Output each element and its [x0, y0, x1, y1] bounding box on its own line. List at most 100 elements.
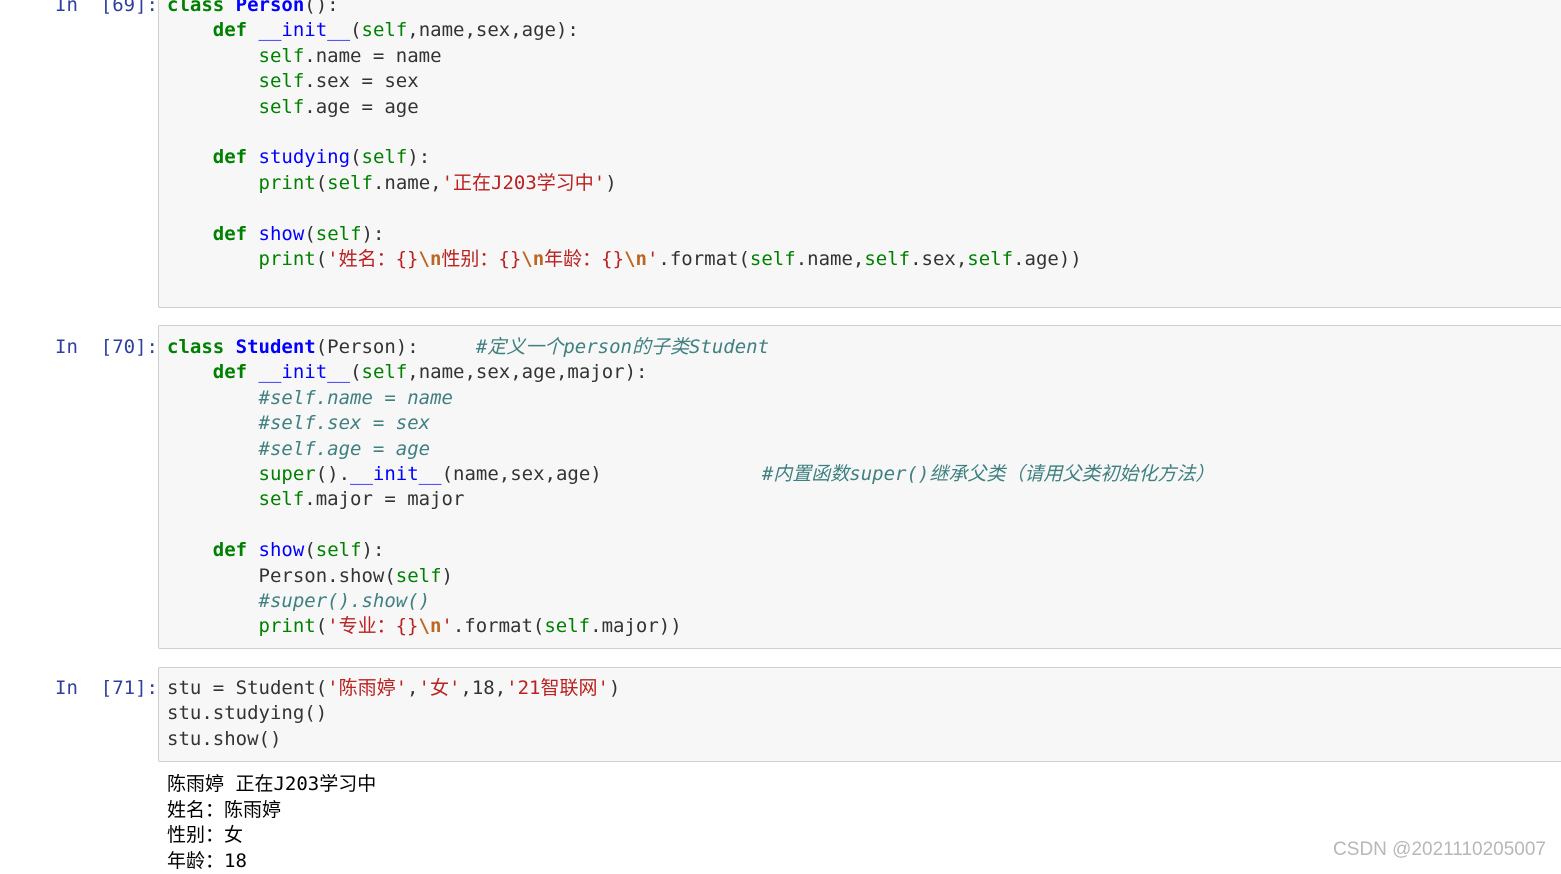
output-line: 陈雨婷 正在J203学习中: [167, 773, 377, 795]
code-token: ): [608, 677, 621, 699]
code-token: #self.name = name: [258, 386, 453, 409]
code-token: '陈雨婷': [327, 677, 408, 699]
code-token: \n: [418, 615, 442, 638]
code-token: '女': [418, 677, 461, 699]
code-token: self: [315, 539, 362, 562]
code-line: [167, 120, 178, 145]
code-token: ): [605, 171, 617, 194]
code-token: .sex,: [910, 248, 968, 270]
code-token: '21智联网': [506, 677, 609, 699]
code-token: self: [258, 95, 305, 118]
code-line: self.age = age: [167, 95, 419, 120]
code-line: #self.name = name: [167, 386, 453, 411]
code-token: (: [350, 146, 362, 169]
code-token: stu.show(): [167, 727, 282, 750]
code-token: Person.show(: [167, 564, 396, 587]
code-token: Person: [235, 0, 305, 16]
code-token: ().: [315, 463, 351, 485]
code-token: self: [258, 70, 305, 93]
code-token: (name,sex,age): [441, 463, 762, 485]
code-token: self: [361, 19, 408, 42]
code-line: self.major = major: [167, 487, 465, 512]
code-line: #super().show(): [167, 589, 431, 614]
code-token: ):: [361, 222, 385, 245]
code-token: studying: [258, 146, 351, 169]
code-token: (Person):: [315, 336, 476, 358]
code-token: self: [544, 615, 591, 638]
code-token: self: [315, 222, 362, 245]
code-line: def show(self):: [167, 538, 385, 563]
code-token: __init__: [350, 463, 442, 485]
code-token: .age)): [1013, 248, 1082, 270]
code-token: class: [167, 336, 225, 358]
output-line: 年龄：18: [167, 849, 247, 872]
code-token: stu = Student(: [167, 677, 328, 699]
code-token: .major = major: [304, 488, 465, 511]
code-token: #内置函数super()继承父类（请用父类初始化方法）: [761, 463, 1215, 485]
code-token: ': [646, 248, 659, 270]
code-token: (: [350, 19, 362, 42]
code-token: def: [212, 19, 248, 42]
code-token: ,name,sex,age):: [407, 19, 579, 42]
code-line: def studying(self):: [167, 145, 430, 170]
watermark: CSDN @2021110205007: [1333, 839, 1546, 860]
code-line: [167, 513, 178, 538]
code-token: (: [304, 222, 316, 245]
code-token: ,18,: [460, 677, 507, 699]
code-token: 年龄：{}: [544, 248, 625, 270]
code-token: class: [167, 0, 225, 16]
code-line: def __init__(self,name,sex,age):: [167, 18, 579, 43]
code-token: .format(: [658, 248, 750, 270]
code-token: self: [258, 44, 305, 67]
code-token: self: [361, 146, 408, 169]
code-line: class Student(Person): #定义一个person的子类Stu…: [167, 335, 769, 360]
code-token: def: [212, 222, 248, 245]
code-token: 性别：{}: [441, 248, 522, 270]
code-line: print('姓名：{}\n性别：{}\n年龄：{}\n'.format(sel…: [167, 247, 1082, 272]
output-line: 性别：女: [167, 824, 244, 846]
code-token: stu.studying(): [167, 702, 328, 725]
code-line: [167, 196, 178, 221]
code-token: '姓名：{}: [327, 248, 419, 270]
code-token: (: [350, 361, 362, 384]
code-token: \n: [418, 248, 442, 270]
code-token: Student: [235, 336, 316, 358]
code-token: #self.age = age: [258, 437, 431, 460]
code-token: def: [212, 361, 248, 384]
code-line: def show(self):: [167, 222, 385, 247]
code-line: self.name = name: [167, 44, 442, 69]
cell-prompt: In [71]:: [55, 677, 158, 699]
code-line: print('专业：{}\n'.format(self.major)): [167, 614, 682, 639]
code-line: stu.show(): [167, 727, 281, 752]
code-token: def: [212, 539, 248, 562]
code-token: self: [327, 171, 373, 194]
code-token: show: [258, 539, 305, 562]
code-line: def __init__(self,name,sex,age,major):: [167, 360, 648, 385]
code-token: .sex = sex: [304, 70, 419, 93]
code-token: self: [749, 248, 796, 270]
code-line: class Person():: [167, 0, 339, 18]
code-token: (: [315, 615, 328, 638]
code-token: ):: [407, 146, 431, 169]
code-line: super().__init__(name,sex,age) #内置函数supe…: [167, 462, 1215, 487]
code-token: .name,: [795, 248, 865, 270]
code-line: stu = Student('陈雨婷','女',18,'21智联网'): [167, 676, 620, 701]
code-token: ():: [304, 0, 339, 16]
